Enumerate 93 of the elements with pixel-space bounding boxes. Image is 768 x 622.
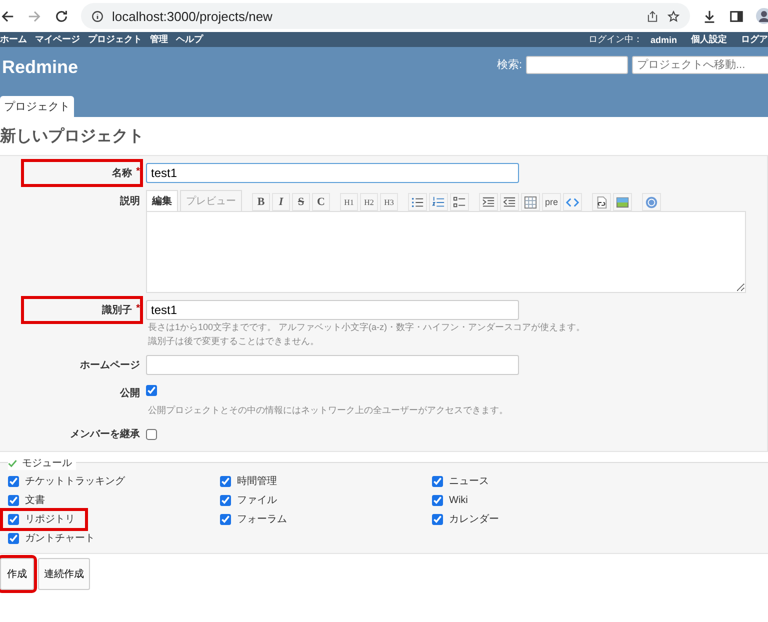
inherit-members-label: メンバーを継承 — [69, 428, 140, 442]
search-label: 検索: — [496, 58, 522, 72]
toolbar-button[interactable]: H3 — [380, 193, 398, 211]
check-icon — [8, 458, 17, 468]
login-label: ログイン中： — [588, 33, 642, 46]
description-label: 説明 — [118, 194, 140, 209]
code-icon — [566, 196, 580, 208]
table-button[interactable] — [521, 193, 540, 211]
module-checkbox[interactable]: カレンダー — [432, 510, 509, 528]
help-icon — [645, 196, 658, 208]
side-panel-icon[interactable] — [729, 8, 744, 24]
checkbox[interactable] — [8, 514, 19, 524]
search-field[interactable] — [526, 56, 628, 74]
top-menu-link[interactable]: 管理 — [150, 33, 168, 46]
public-label: 公開 — [118, 386, 140, 401]
table-icon — [524, 196, 537, 208]
module-checkbox[interactable]: ファイル — [220, 492, 287, 508]
required-mark: * — [136, 303, 140, 316]
numbered-list-icon — [432, 196, 445, 208]
checkbox[interactable] — [8, 532, 19, 544]
checkbox[interactable] — [220, 494, 231, 506]
toolbar-button[interactable]: H1 — [340, 193, 358, 211]
star-icon[interactable] — [667, 10, 680, 22]
identifier-hint: 長さは1から100文字までです。 アルファベット小文字(a-z)・数字・ハイフン・アンダースコアが使えます。 — [148, 321, 586, 334]
help-button[interactable] — [642, 193, 662, 211]
link-button[interactable] — [592, 193, 612, 211]
toolbar-button[interactable]: S — [292, 193, 310, 211]
reload-icon[interactable] — [54, 8, 69, 24]
top-menu-link[interactable]: ヘルプ — [176, 33, 203, 46]
checkbox[interactable] — [8, 494, 19, 506]
name-label: 名称 * — [24, 162, 140, 184]
checkbox[interactable] — [220, 476, 231, 486]
modules-legend: モジュール — [22, 456, 72, 470]
outdent-icon — [503, 196, 516, 208]
identifier-hint: 識別子は後で変更することはできません。 — [148, 335, 320, 348]
toolbar-button[interactable]: B — [252, 193, 270, 211]
checkbox[interactable] — [8, 476, 19, 486]
bullet-list-button[interactable] — [408, 193, 427, 211]
checkbox[interactable] — [432, 494, 443, 506]
module-checkbox[interactable]: リポジトリ — [3, 510, 85, 528]
main-tab[interactable]: プロジェクト — [0, 96, 74, 117]
homepage-label: ホームページ — [79, 359, 140, 373]
download-icon[interactable] — [702, 8, 717, 24]
checklist-icon — [453, 196, 466, 208]
indent-icon — [482, 196, 495, 208]
toolbar-button[interactable]: H2 — [360, 193, 378, 211]
module-checkbox[interactable]: チケットトラッキング — [8, 472, 135, 490]
bullet-list-icon — [411, 196, 424, 208]
checkbox[interactable] — [220, 514, 231, 524]
submit-button[interactable]: 連続作成 — [38, 558, 90, 590]
identifier-label: 識別子 * — [24, 299, 140, 321]
back-icon[interactable] — [0, 8, 15, 24]
module-checkbox[interactable]: Wiki — [432, 492, 478, 508]
share-icon[interactable] — [646, 10, 659, 22]
identifier-field[interactable]: test1 — [146, 300, 519, 320]
homepage-field[interactable] — [146, 355, 519, 375]
top-menu-link[interactable]: ホーム — [0, 33, 27, 46]
address-bar[interactable]: localhost:3000/projects/new — [81, 3, 690, 29]
indent-button[interactable] — [479, 193, 498, 211]
account-link[interactable]: 個人設定 — [691, 33, 727, 46]
image-icon — [616, 196, 630, 208]
page-title: 新しいプロジェクト — [0, 126, 145, 147]
account-link[interactable]: ログア — [741, 33, 768, 46]
checkbox[interactable] — [432, 476, 443, 486]
forward-icon[interactable] — [27, 8, 42, 24]
module-checkbox[interactable]: 文書 — [8, 492, 55, 508]
profile-icon[interactable] — [756, 8, 768, 24]
top-menu-link[interactable]: プロジェクト — [88, 33, 142, 46]
name-field[interactable]: test1 — [146, 163, 519, 183]
file-link-icon — [595, 196, 608, 208]
module-checkbox[interactable]: フォーラム — [220, 510, 297, 528]
public-checkbox[interactable] — [146, 385, 157, 396]
editor-tab[interactable]: 編集 — [146, 190, 178, 211]
project-jump-field[interactable]: プロジェクトへ移動... — [632, 56, 768, 74]
code-button[interactable] — [563, 193, 582, 211]
toolbar-button[interactable]: C — [312, 193, 330, 211]
module-checkbox[interactable]: 時間管理 — [220, 472, 287, 490]
site-title: Redmine — [2, 57, 78, 78]
inherit-members-checkbox[interactable] — [146, 428, 157, 440]
outdent-button[interactable] — [500, 193, 519, 211]
numbered-list-button[interactable] — [429, 193, 448, 211]
module-checkbox[interactable]: ニュース — [432, 472, 499, 490]
toolbar-button[interactable]: pre — [542, 193, 562, 211]
module-checkbox[interactable]: ガントチャート — [8, 530, 105, 546]
user-link[interactable]: admin — [650, 34, 677, 44]
info-icon[interactable] — [91, 10, 104, 22]
checklist-button[interactable] — [450, 193, 469, 211]
top-menu-link[interactable]: マイページ — [35, 33, 80, 46]
public-hint: 公開プロジェクトとその中の情報にはネットワーク上の全ユーザーがアクセスできます。 — [148, 404, 509, 417]
required-mark: * — [136, 166, 140, 179]
image-button[interactable] — [613, 193, 632, 211]
checkbox[interactable] — [432, 514, 443, 524]
toolbar-button[interactable]: I — [272, 193, 290, 211]
